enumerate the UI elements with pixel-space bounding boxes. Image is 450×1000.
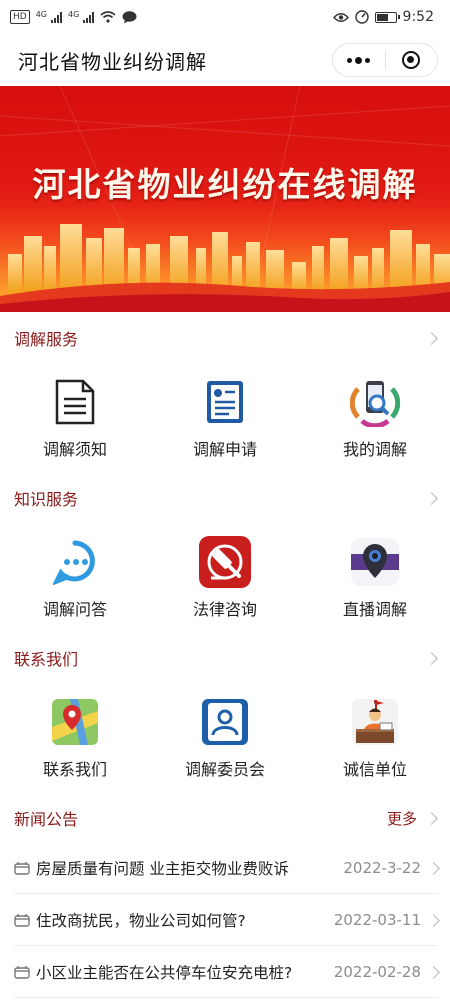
grid-item-mediation-committee[interactable]: 调解委员会 [150,684,300,792]
grid-item-label: 联系我们 [42,760,107,779]
news-item[interactable]: 小区业主能否在公共停车位安充电桩? 2022-02-28 [0,946,450,998]
chevron-right-icon [427,965,440,979]
section-title: 调解服务 [14,330,79,349]
battery-icon [374,11,400,23]
speed-gauge-icon [354,10,369,24]
news-title: 房屋质量有问题 业主拒交物业费败诉 [36,860,289,878]
news-more-link[interactable]: 更多 [386,808,438,829]
grid-item-label: 调解申请 [192,440,257,459]
wifi-icon [100,11,116,23]
grid-item-mediation-qa[interactable]: 调解问答 [0,524,150,632]
banner[interactable]: 河北省物业纠纷在线调解 [0,86,450,312]
news-icon [14,862,30,875]
grid-item-integrity-units[interactable]: 诚信单位 [300,684,450,792]
signal-two-label: 4G [68,10,80,19]
mediation-grid: 调解须知 调解申请 我的调解 [0,364,450,472]
grid-item-label: 调解问答 [42,600,107,619]
news-icon [14,914,30,927]
signal-one-icon [51,11,62,23]
status-right: 9:52 [332,9,434,25]
application-form-icon [199,376,251,428]
navbar: 河北省物业纠纷调解 [0,34,450,86]
eye-icon [332,12,349,22]
status-time: 9:52 [402,9,434,25]
gavel-icon [199,536,251,588]
close-miniprogram-button[interactable] [386,44,438,76]
status-bar: HD 4G 4G 9:52 [0,0,450,34]
section-header-contact[interactable]: 联系我们 [0,632,450,684]
phone-search-icon [349,376,401,428]
contact-grid: 联系我们 调解委员会 诚信单位 [0,684,450,792]
section-title: 新闻公告 [14,810,79,829]
dot-icon [347,57,353,63]
grid-item-label: 诚信单位 [342,760,407,779]
live-camera-icon [349,536,401,588]
grid-item-mediation-apply[interactable]: 调解申请 [150,364,300,472]
section-title: 联系我们 [14,650,79,669]
section-title: 知识服务 [14,490,79,509]
grid-item-legal-consult[interactable]: 法律咨询 [150,524,300,632]
signal-two-icon [83,11,95,23]
chevron-right-icon [425,811,438,825]
dot-icon [365,57,371,63]
dot-icon [355,56,363,64]
grid-item-label: 调解委员会 [184,760,265,779]
news-date: 2022-3-22 [343,859,421,877]
document-icon [49,376,101,428]
grid-item-label: 法律咨询 [192,600,257,619]
knowledge-grid: 调解问答 法律咨询 直播调解 [0,524,450,632]
news-title: 小区业主能否在公共停车位安充电桩? [36,964,293,982]
news-date: 2022-03-11 [333,911,421,929]
section-header-knowledge[interactable]: 知识服务 [0,472,450,524]
grid-item-mediation-notice[interactable]: 调解须知 [0,364,150,472]
page-title: 河北省物业纠纷调解 [18,49,207,74]
chevron-right-icon [425,331,438,345]
map-pin-icon [49,696,101,748]
status-left: HD 4G 4G [10,10,137,24]
news-item[interactable]: 住改商扰民，物业公司如何管? 2022-03-11 [0,894,450,946]
desk-person-icon [349,696,401,748]
grid-item-contact-us[interactable]: 联系我们 [0,684,150,792]
chevron-right-icon [425,491,438,505]
chevron-right-icon [427,913,440,927]
miniprogram-capsule [332,43,438,77]
news-item[interactable]: 房屋质量有问题 业主拒交物业费败诉 2022-3-22 [0,842,450,894]
news-icon [14,966,30,979]
more-options-button[interactable] [333,44,385,76]
news-title: 住改商扰民，物业公司如何管? [36,912,246,930]
grid-item-live-mediation[interactable]: 直播调解 [300,524,450,632]
hd-badge: HD [10,10,30,24]
grid-item-label: 调解须知 [42,440,107,459]
grid-item-my-mediation[interactable]: 我的调解 [300,364,450,472]
chat-bubble-icon [49,536,101,588]
chevron-right-icon [425,651,438,665]
grid-item-label: 直播调解 [342,600,407,619]
person-id-icon [199,696,251,748]
target-icon [402,51,421,69]
chevron-right-icon [427,861,440,875]
message-icon [122,10,137,23]
banner-title: 河北省物业纠纷在线调解 [32,165,418,204]
section-header-mediation[interactable]: 调解服务 [0,312,450,364]
signal-one-label: 4G [35,10,47,19]
grid-item-label: 我的调解 [342,440,407,459]
news-date: 2022-02-28 [333,963,421,981]
more-label: 更多 [386,809,417,828]
section-header-news: 新闻公告 更多 [0,792,450,844]
